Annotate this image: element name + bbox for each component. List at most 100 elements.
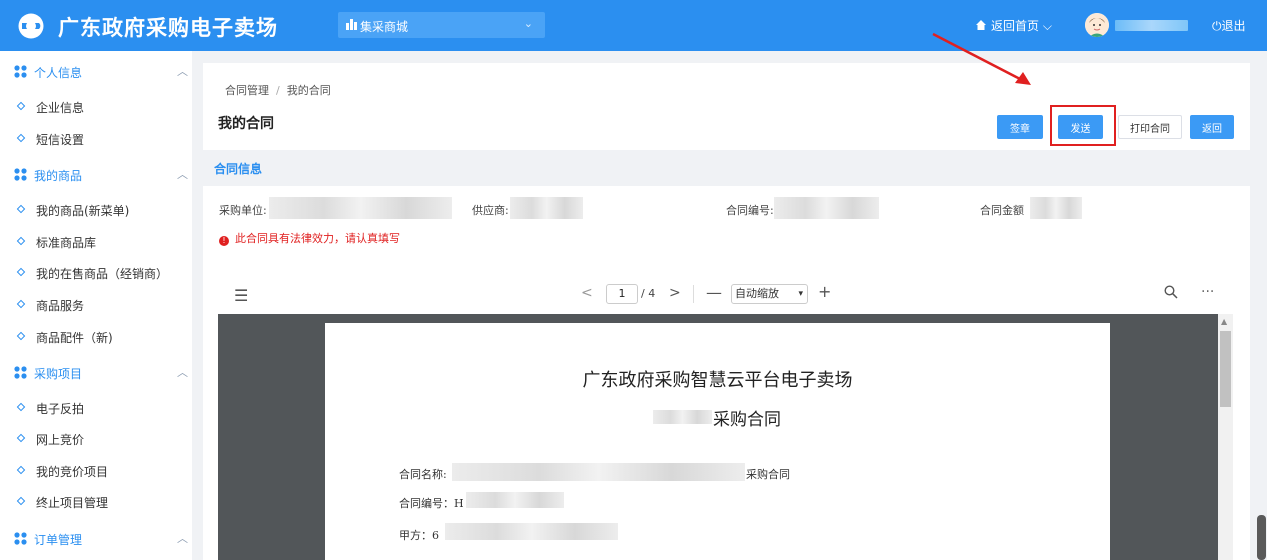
- breadcrumb: 合同管理 / 我的合同: [225, 82, 331, 98]
- sidebar-item-label: 电子反拍: [36, 402, 85, 416]
- sidebar-item-label: 我的在售商品（经销商）: [36, 267, 169, 281]
- grid-icon: [14, 65, 27, 78]
- sidebar-item-standard-library[interactable]: 标准商品库: [0, 228, 192, 256]
- warning-icon: !: [219, 236, 229, 246]
- zoom-select[interactable]: 自动缩放 ▾: [731, 284, 808, 304]
- page-number-input[interactable]: 1: [606, 284, 638, 304]
- sidebar-item-label: 标准商品库: [36, 236, 97, 250]
- grid-icon: [14, 168, 27, 181]
- grid-icon: [14, 366, 27, 379]
- mall-select[interactable]: 集采商城 ⌄: [338, 12, 545, 38]
- breadcrumb-current: 我的合同: [286, 84, 331, 97]
- contract-name-redacted: [452, 463, 745, 481]
- buyer-label: 采购单位:: [219, 204, 267, 217]
- scroll-up-icon[interactable]: ▲: [1221, 317, 1227, 326]
- diamond-bullet-icon: [16, 331, 26, 341]
- document-title: 广东政府采购智慧云平台电子卖场: [582, 370, 853, 391]
- zoom-out-icon[interactable]: —: [706, 283, 722, 302]
- sidebar-item-label: 企业信息: [36, 101, 85, 115]
- previous-page-icon[interactable]: <: [581, 285, 593, 301]
- sidebar-item-label: 短信设置: [36, 133, 85, 147]
- zoom-in-icon[interactable]: +: [818, 282, 831, 301]
- sidebar-item-terminated-projects[interactable]: 终止项目管理: [0, 488, 192, 516]
- logout-label: 退出: [1221, 19, 1246, 33]
- back-button[interactable]: 返回: [1190, 115, 1234, 139]
- page-scrollbar[interactable]: [1256, 51, 1267, 560]
- contract-number-label: 合同编号:: [726, 204, 774, 217]
- power-icon: ⏻: [1212, 19, 1222, 33]
- sidebar-group-products[interactable]: 我的商品 ︿: [0, 160, 192, 190]
- send-highlight-box: [1050, 105, 1116, 146]
- supplier-value-redacted: [510, 197, 583, 219]
- pdf-page: 广东政府采购智慧云平台电子卖场 采购合同 合同名称: 采购合同 合同编号：H 甲…: [325, 323, 1110, 560]
- sidebar-group-personal[interactable]: 个人信息 ︿: [0, 57, 192, 87]
- chevron-up-icon: ︿: [177, 532, 188, 545]
- sidebar-item-product-service[interactable]: 商品服务: [0, 291, 192, 319]
- logout-button[interactable]: ⏻退出: [1212, 17, 1246, 34]
- search-icon[interactable]: [1164, 285, 1178, 299]
- more-options-icon[interactable]: ···: [1201, 284, 1214, 300]
- brand-title[interactable]: 广东政府采购电子卖场: [58, 12, 278, 42]
- top-bar: 广东政府采购电子卖场 集采商城 ⌄ 返回首页 ⌵ ⏻退出: [0, 0, 1267, 51]
- contract-amount-redacted: [1030, 197, 1082, 219]
- grid-icon: [14, 532, 27, 545]
- sidebar-item-label: 终止项目管理: [36, 496, 109, 510]
- sidebar-item-my-products[interactable]: 我的商品(新菜单): [0, 196, 192, 224]
- legal-warning: ! 此合同具有法律效力，请认真填写: [219, 230, 400, 246]
- home-link-label: 返回首页: [991, 19, 1040, 33]
- sidebar-toggle-icon[interactable]: ☰: [234, 286, 248, 305]
- zoom-select-label: 自动缩放: [735, 287, 779, 300]
- chevron-up-icon: ︿: [177, 366, 188, 379]
- home-link[interactable]: 返回首页 ⌵: [976, 17, 1052, 34]
- diamond-bullet-icon: [16, 236, 26, 246]
- party-a-label: 甲方：6: [399, 529, 439, 542]
- pdf-toolbar: ☰ < 1 / 4 > — 自动缩放 ▾ + ···: [203, 259, 1250, 314]
- chevron-down-icon: ▾: [798, 289, 803, 299]
- page-title: 我的合同: [218, 116, 274, 132]
- diamond-bullet-icon: [16, 402, 26, 412]
- page-scrollbar-thumb[interactable]: [1257, 515, 1266, 560]
- sidebar-item-label: 网上竞价: [36, 433, 85, 447]
- diamond-bullet-icon: [16, 101, 26, 111]
- contract-number-redacted: [774, 197, 879, 219]
- avatar[interactable]: [1085, 13, 1109, 37]
- pdf-scrollbar[interactable]: ▲: [1218, 314, 1233, 560]
- site-logo-icon: [18, 13, 44, 39]
- print-contract-button[interactable]: 打印合同: [1118, 115, 1182, 139]
- sidebar-item-reverse-auction[interactable]: 电子反拍: [0, 394, 192, 422]
- contract-name-label: 合同名称:: [399, 468, 447, 481]
- sidebar: 个人信息 ︿ 企业信息 短信设置 我的商品 ︿ 我的商品(新菜单) 标准商品库 …: [0, 51, 192, 560]
- pdf-canvas-area[interactable]: 广东政府采购智慧云平台电子卖场 采购合同 合同名称: 采购合同 合同编号：H 甲…: [218, 314, 1233, 560]
- sign-button[interactable]: 签章: [997, 115, 1043, 139]
- diamond-bullet-icon: [16, 133, 26, 143]
- diamond-bullet-icon: [16, 433, 26, 443]
- section-header: 合同信息: [203, 150, 1250, 186]
- sidebar-item-online-bidding[interactable]: 网上竞价: [0, 425, 192, 453]
- sidebar-group-procurement[interactable]: 采购项目 ︿: [0, 358, 192, 388]
- sidebar-item-company-info[interactable]: 企业信息: [0, 93, 192, 121]
- breadcrumb-root[interactable]: 合同管理: [225, 84, 269, 97]
- diamond-bullet-icon: [16, 299, 26, 309]
- diamond-bullet-icon: [16, 267, 26, 277]
- subtitle-prefix-redacted: [653, 410, 712, 424]
- contract-amount-label: 合同金额: [980, 204, 1024, 217]
- sidebar-item-on-sale[interactable]: 我的在售商品（经销商）: [0, 259, 192, 287]
- page-total: / 4: [641, 287, 656, 300]
- buyer-value-redacted: [269, 197, 452, 219]
- pdf-scrollbar-thumb[interactable]: [1220, 331, 1231, 407]
- sidebar-group-label: 采购项目: [34, 367, 83, 381]
- supplier-label: 供应商:: [472, 204, 509, 217]
- toolbar-divider: [693, 285, 694, 303]
- user-avatar-icon: [1085, 13, 1109, 37]
- sidebar-group-orders[interactable]: 订单管理 ︿: [0, 524, 192, 554]
- sidebar-item-accessories[interactable]: 商品配件（新): [0, 323, 192, 351]
- diamond-bullet-icon: [16, 465, 26, 475]
- sidebar-item-my-bids[interactable]: 我的竞价项目: [0, 457, 192, 485]
- document-subtitle: 采购合同: [713, 410, 781, 430]
- sidebar-item-sms-settings[interactable]: 短信设置: [0, 125, 192, 153]
- party-a-redacted: [445, 523, 618, 540]
- sidebar-item-label: 商品配件（新): [36, 331, 113, 345]
- next-page-icon[interactable]: >: [669, 285, 681, 301]
- sidebar-item-label: 商品服务: [36, 299, 85, 313]
- home-icon: [976, 20, 986, 30]
